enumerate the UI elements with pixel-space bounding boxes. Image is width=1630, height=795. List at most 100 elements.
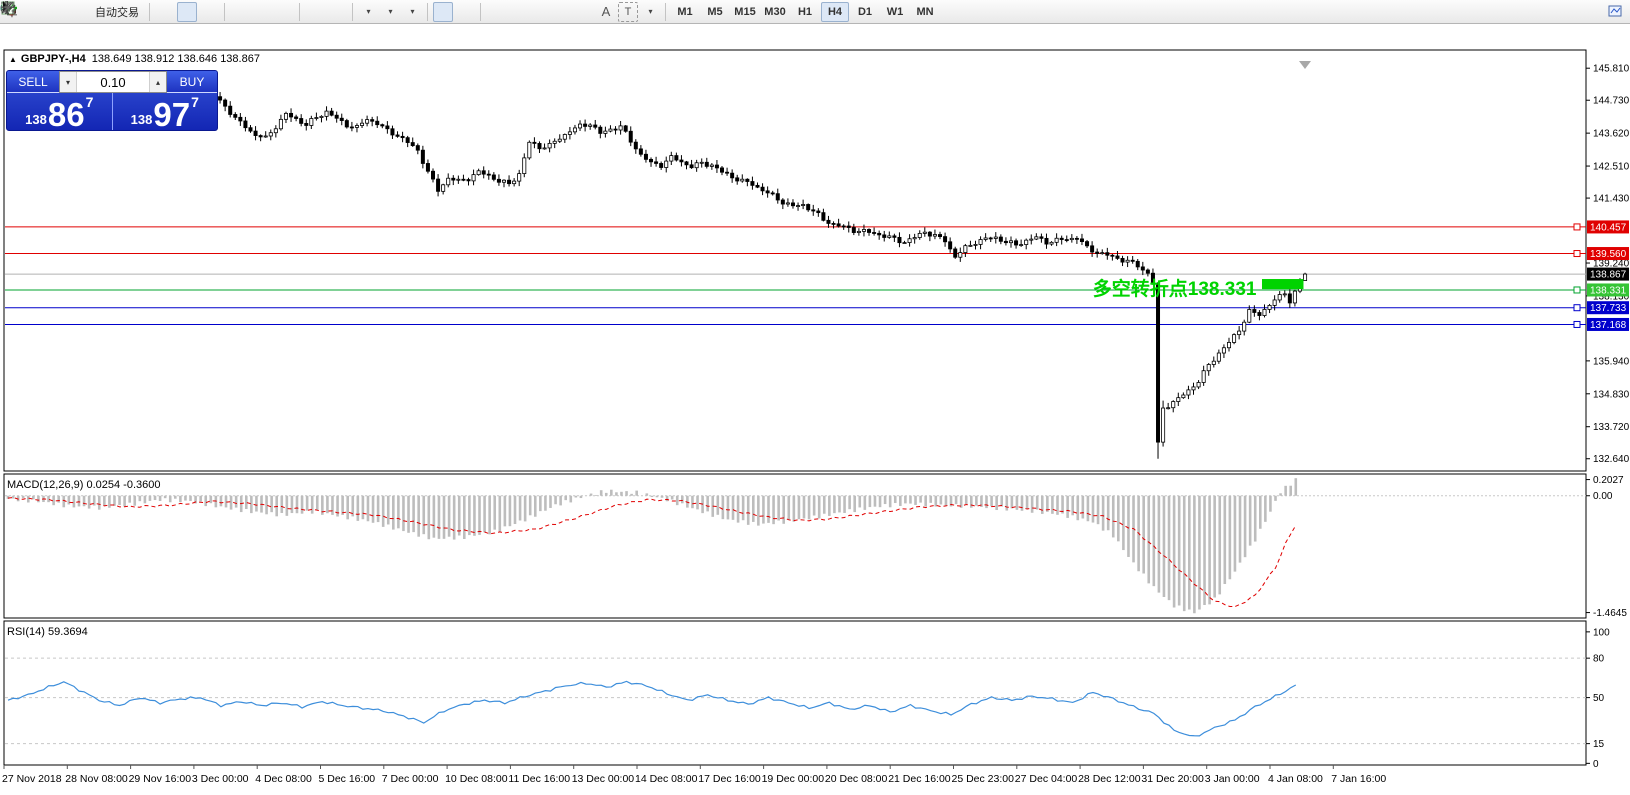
candle-body	[426, 163, 429, 171]
candle-body	[1085, 242, 1088, 246]
new-chart-button[interactable]: ▾	[358, 2, 378, 22]
timeframe-button-m1[interactable]: M1	[671, 2, 699, 22]
candle-body	[366, 120, 369, 124]
candle-body	[315, 118, 318, 119]
lot-size-control: ▾ 0.10 ▴	[59, 71, 167, 93]
candle-body	[893, 236, 896, 237]
price-axis-tick-label: 145.810	[1593, 64, 1630, 75]
timeframe-button-m30[interactable]: M30	[761, 2, 789, 22]
candle-body	[224, 100, 227, 106]
bar-chart-type-icon[interactable]	[155, 2, 175, 22]
candle-body	[371, 120, 374, 122]
sell-price-button[interactable]: 138 86 7	[7, 93, 113, 131]
candle-body	[533, 142, 536, 143]
candle-body	[1091, 246, 1094, 252]
candle-body	[538, 143, 541, 148]
timeframe-button-h1[interactable]: H1	[791, 2, 819, 22]
market-watch-icon[interactable]	[46, 2, 66, 22]
toolbar-separator	[665, 3, 666, 21]
timeframe-button-m5[interactable]: M5	[701, 2, 729, 22]
candle-body	[989, 238, 992, 239]
equidistant-channel-tool-icon[interactable]: E	[552, 2, 572, 22]
sell-button[interactable]: SELL	[7, 71, 59, 93]
candle-body	[817, 211, 820, 213]
horizontal-line-tool-icon[interactable]	[508, 2, 528, 22]
toolbar: 单 自动交易 ▾ ▾	[0, 0, 1630, 24]
candle-body	[350, 127, 353, 128]
text-tool-icon[interactable]: A	[596, 2, 616, 22]
price-line-handle[interactable]	[1574, 287, 1580, 293]
chart-forward-icon[interactable]	[305, 2, 325, 22]
timeframe-button-w1[interactable]: W1	[881, 2, 909, 22]
candle-body	[487, 174, 490, 175]
candle-body	[553, 141, 556, 143]
candle-body	[279, 119, 282, 128]
time-axis-label: 5 Dec 16:00	[319, 773, 376, 785]
lot-decrease-button[interactable]: ▾	[60, 72, 77, 92]
timeframe-button-mn[interactable]: MN	[911, 2, 939, 22]
trendline-tool-icon[interactable]	[530, 2, 550, 22]
candle-body	[736, 178, 739, 181]
time-axis-label: 27 Nov 2018	[2, 773, 62, 785]
candle-body	[746, 179, 749, 181]
candle-body	[1258, 312, 1261, 315]
candle-body	[1035, 237, 1038, 239]
periods-button[interactable]: ▾	[380, 2, 400, 22]
time-axis-label: 7 Dec 00:00	[382, 773, 439, 785]
zoom-out-icon[interactable]	[252, 2, 272, 22]
zoom-in-icon[interactable]	[230, 2, 250, 22]
toolbar-separator	[427, 3, 428, 21]
crosshair-tool-icon[interactable]	[455, 2, 475, 22]
candle-body	[1263, 309, 1266, 315]
pivot-annotation-text[interactable]: 多空转折点138.331	[1093, 277, 1257, 300]
indicators-button[interactable]: ▾	[402, 2, 422, 22]
candle-body	[888, 236, 891, 238]
vertical-line-tool-icon[interactable]	[486, 2, 506, 22]
navigator-icon[interactable]	[68, 2, 88, 22]
fibonacci-tool-icon[interactable]: F	[574, 2, 594, 22]
text-label-tool-icon[interactable]: T	[618, 2, 638, 22]
candle-body	[649, 159, 652, 161]
chart-window[interactable]: 多空转折点138.331145.810144.730143.620142.510…	[0, 24, 1630, 771]
lot-increase-button[interactable]: ▴	[149, 72, 166, 92]
collapse-icon[interactable]: ▲	[9, 55, 17, 64]
price-line-handle[interactable]	[1574, 321, 1580, 327]
candle-body	[690, 165, 693, 168]
arrows-tool-icon[interactable]: ▾	[640, 2, 660, 22]
autotrading-button[interactable]: 自动交易	[90, 2, 144, 22]
lot-size-value[interactable]: 0.10	[77, 72, 149, 92]
line-chart-type-icon[interactable]	[199, 2, 219, 22]
candle-body	[1283, 294, 1286, 295]
green-zone-annotation[interactable]	[1262, 279, 1303, 289]
timeframe-button-d1[interactable]: D1	[851, 2, 879, 22]
tile-windows-icon[interactable]	[274, 2, 294, 22]
candle-body	[386, 126, 389, 129]
price-line-handle[interactable]	[1574, 305, 1580, 311]
price-line-handle[interactable]	[1574, 224, 1580, 230]
timeframe-button-m15[interactable]: M15	[731, 2, 759, 22]
cursor-tool-icon[interactable]	[433, 2, 453, 22]
candle-body	[938, 235, 941, 237]
candle-body	[244, 121, 247, 128]
candle-body	[867, 229, 870, 232]
chart-properties-icon[interactable]	[1606, 2, 1626, 22]
candle-body	[467, 180, 470, 181]
chevron-down-icon: ▾	[388, 7, 392, 16]
rsi-indicator-label: RSI(14) 59.3694	[7, 626, 88, 638]
buy-button[interactable]: BUY	[167, 71, 217, 93]
timeframe-button-h4[interactable]: H4	[821, 2, 849, 22]
candlestick-chart-type-icon[interactable]	[177, 2, 197, 22]
buy-price-button[interactable]: 138 97 7	[113, 93, 218, 131]
chart-canvas[interactable]: 多空转折点138.331145.810144.730143.620142.510…	[0, 24, 1630, 795]
chart-shift-icon[interactable]	[327, 2, 347, 22]
candle-body	[731, 173, 734, 178]
ohlc-values: 138.649 138.912 138.646 138.867	[92, 53, 260, 65]
candle-body	[376, 121, 379, 124]
candle-body	[751, 182, 754, 186]
candle-body	[1207, 364, 1210, 370]
price-line-handle[interactable]	[1574, 251, 1580, 257]
candle-body	[665, 161, 668, 167]
candle-body	[1227, 342, 1230, 347]
macd-axis-tick-label: 0.2027	[1593, 475, 1624, 486]
new-order-icon[interactable]	[24, 2, 44, 22]
